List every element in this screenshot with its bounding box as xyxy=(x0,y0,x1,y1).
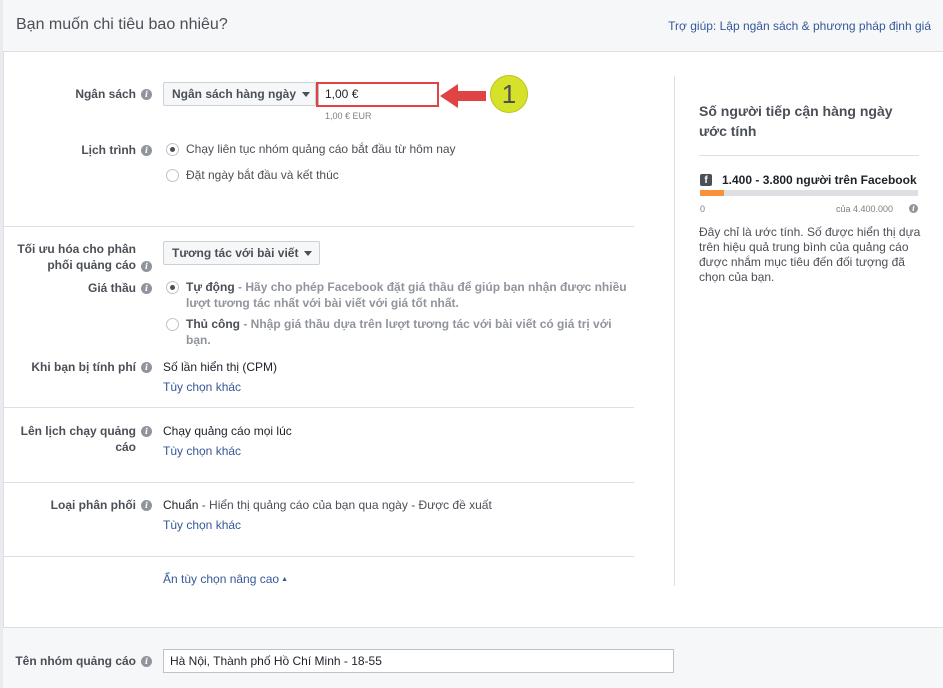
hide-advanced-options-link[interactable]: Ẩn tùy chọn nâng cao ▲ xyxy=(163,572,288,586)
bid-auto-title: Tự động xyxy=(186,280,235,294)
delivery-type-value-rest: - Hiển thị quảng cáo của bạn qua ngày - … xyxy=(198,498,492,512)
optimization-selected: Tương tác với bài viết xyxy=(172,246,299,260)
info-icon[interactable]: i xyxy=(141,283,152,294)
schedule-dates-radio[interactable] xyxy=(166,169,179,182)
section-header: Bạn muốn chi tiêu bao nhiêu? Trợ giúp: L… xyxy=(3,0,943,52)
bid-auto-radio[interactable] xyxy=(166,281,179,294)
info-icon[interactable]: i xyxy=(141,89,152,100)
budget-currency-caption: 1,00 € EUR xyxy=(325,111,372,121)
budget-type-dropdown[interactable]: Ngân sách hàng ngày xyxy=(163,82,316,106)
divider xyxy=(699,155,919,156)
schedule-continuous-label[interactable]: Chạy liên tục nhóm quảng cáo bắt đầu từ … xyxy=(186,141,456,157)
charged-label: Khi bạn bị tính phí xyxy=(31,360,136,374)
budget-type-label: Ngân sách hàng ngày xyxy=(172,87,297,101)
optimization-dropdown[interactable]: Tương tác với bài viết xyxy=(163,241,320,265)
chevron-up-icon: ▲ xyxy=(281,576,289,584)
delivery-type-more-options-link[interactable]: Tùy chọn khác xyxy=(163,518,241,532)
bid-manual-title: Thủ công xyxy=(186,317,240,331)
schedule-dates-label[interactable]: Đặt ngày bắt đầu và kết thúc xyxy=(186,167,339,183)
info-icon[interactable]: i xyxy=(141,261,152,272)
divider xyxy=(3,482,634,483)
bid-auto-text[interactable]: Tự động - Hãy cho phép Facebook đặt giá … xyxy=(186,279,636,311)
ad-scheduling-more-options-link[interactable]: Tùy chọn khác xyxy=(163,444,241,458)
estimate-range: 1.400 - 3.800 người trên Facebook xyxy=(722,173,917,187)
column-divider xyxy=(674,76,675,586)
optimization-label-line2: phối quảng cáo xyxy=(47,258,136,272)
estimate-title: Số người tiếp cận hàng ngày ước tính xyxy=(699,103,893,139)
delivery-type-label: Loại phân phối xyxy=(50,498,136,512)
adset-name-label: Tên nhóm quảng cáo xyxy=(15,654,136,668)
bid-manual-radio[interactable] xyxy=(166,318,179,331)
info-icon[interactable]: i xyxy=(141,656,152,667)
budget-label: Ngân sách xyxy=(75,87,136,101)
step-number-badge: 1 xyxy=(490,75,528,113)
schedule-continuous-radio[interactable] xyxy=(166,143,179,156)
charged-more-options-link[interactable]: Tùy chọn khác xyxy=(163,380,241,394)
bid-auto-desc: - Hãy cho phép Facebook đặt giá thầu để … xyxy=(234,280,627,294)
ad-scheduling-label-line2: cáo xyxy=(115,440,136,454)
info-icon[interactable]: i xyxy=(141,145,152,156)
estimate-bar xyxy=(700,190,918,196)
chevron-down-icon xyxy=(304,251,313,257)
help-link[interactable]: Trợ giúp: Lập ngân sách & phương pháp đị… xyxy=(668,19,931,33)
delivery-type-value-bold: Chuẩn xyxy=(163,498,199,512)
bid-manual-text[interactable]: Thủ công - Nhập giá thầu dựa trên lượt t… xyxy=(186,316,636,348)
red-arrow-icon xyxy=(440,84,486,108)
divider xyxy=(3,407,634,408)
optimization-label: Tối ưu hóa cho phân phối quảng cáo xyxy=(10,241,136,273)
ad-scheduling-value: Chạy quảng cáo mọi lúc xyxy=(163,424,292,438)
chevron-down-icon xyxy=(302,92,311,98)
bid-auto-desc-line2: lượt tương tác nhất với bài viết với giá… xyxy=(186,296,459,310)
estimate-note: Đây chỉ là ước tính. Số được hiển thị dự… xyxy=(699,225,921,284)
delivery-type-value: Chuẩn - Hiển thị quảng cáo của bạn qua n… xyxy=(163,497,492,513)
divider xyxy=(3,226,634,227)
info-icon[interactable]: i xyxy=(909,204,918,213)
charged-value: Số lần hiển thị (CPM) xyxy=(163,360,278,374)
adset-name-input[interactable]: Hà Nội, Thành phố Hồ Chí Minh - 18-55 xyxy=(163,649,674,673)
ad-scheduling-label: Lên lịch chạy quảng cáo xyxy=(10,423,136,455)
divider xyxy=(3,556,634,557)
estimate-bar-fill xyxy=(700,190,724,196)
hide-advanced-options-label: Ẩn tùy chọn nâng cao xyxy=(163,572,280,586)
facebook-icon: f xyxy=(700,174,712,186)
highlight-box xyxy=(316,82,439,107)
schedule-label: Lịch trình xyxy=(81,143,136,157)
estimate-min-label: 0 xyxy=(700,204,706,214)
ad-scheduling-label-line1: Lên lịch chạy quảng xyxy=(20,424,136,438)
info-icon[interactable]: i xyxy=(141,362,152,373)
info-icon[interactable]: i xyxy=(141,500,152,511)
info-icon[interactable]: i xyxy=(141,426,152,437)
section-title: Bạn muốn chi tiêu bao nhiêu? xyxy=(16,16,228,33)
estimate-max-label: của 4.400.000 xyxy=(836,204,894,214)
bid-label: Giá thầu xyxy=(87,281,136,295)
bid-manual-desc: - Nhập giá thầu dựa trên lượt tương tác … xyxy=(186,317,612,347)
optimization-label-line1: Tối ưu hóa cho phân xyxy=(17,242,136,256)
